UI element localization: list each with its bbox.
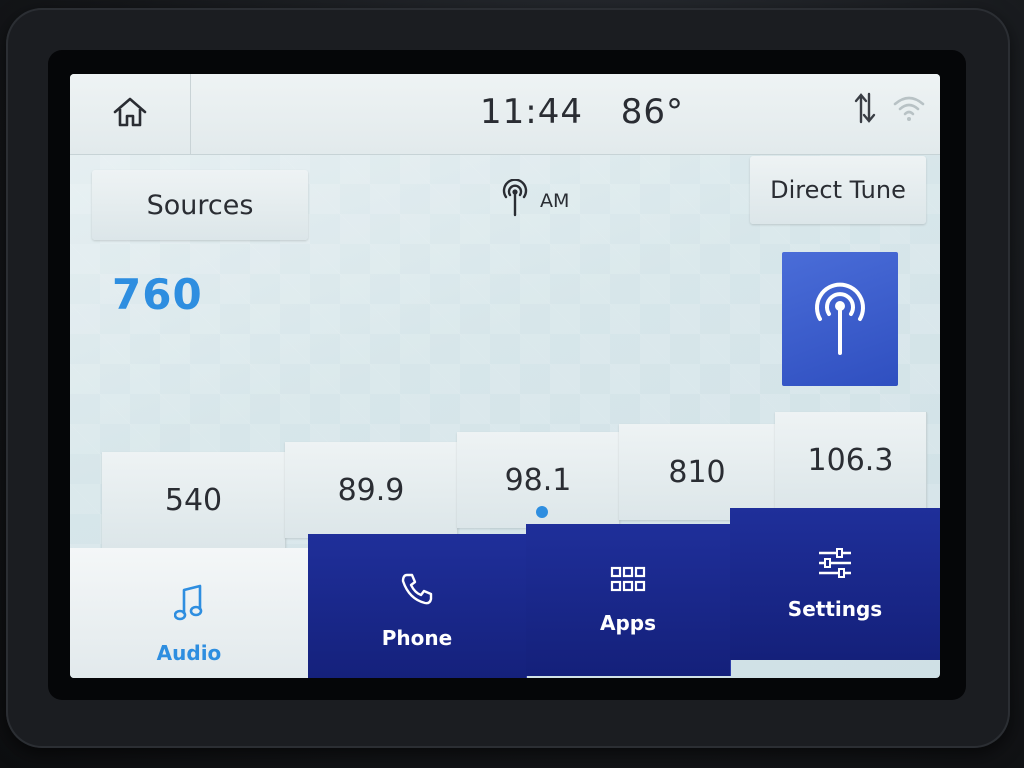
infotainment-screen: 11:44 86° Sources AM Direct Tune 760 540… [70, 74, 940, 678]
radio-antenna-icon [500, 178, 530, 222]
phone-icon [399, 571, 435, 612]
preset-4[interactable]: 810 [619, 424, 776, 520]
band-indicator: AM [500, 178, 570, 222]
band-label: AM [540, 189, 570, 212]
page-indicator-dot [536, 506, 548, 518]
home-icon [112, 95, 148, 133]
home-button[interactable] [70, 74, 191, 154]
direct-tune-button[interactable]: Direct Tune [750, 156, 926, 224]
bottom-nav: Audio Phone Apps Settings [70, 508, 940, 678]
preset-bar: 540 89.9 98.1 810 106.3 [102, 412, 927, 548]
nav-settings[interactable]: Settings [730, 508, 940, 660]
status-bar: 11:44 86° [70, 74, 940, 155]
apps-grid-icon [610, 566, 646, 597]
sources-button[interactable]: Sources [92, 170, 308, 240]
nav-phone[interactable]: Phone [308, 534, 527, 678]
nav-apps[interactable]: Apps [526, 524, 731, 676]
nav-phone-label: Phone [381, 625, 453, 650]
preset-2[interactable]: 89.9 [285, 442, 458, 538]
wifi-icon [892, 94, 926, 126]
outside-temperature: 86° [620, 92, 685, 132]
nav-apps-label: Apps [599, 610, 656, 635]
nav-audio[interactable]: Audio [70, 548, 309, 678]
station-art [782, 252, 898, 386]
music-note-icon [173, 584, 204, 627]
preset-5[interactable]: 106.3 [775, 412, 927, 508]
current-frequency: 760 [112, 270, 203, 319]
status-icons [854, 90, 926, 130]
broadcast-icon [809, 277, 871, 361]
nav-audio-label: Audio [156, 640, 222, 665]
nav-settings-label: Settings [787, 596, 883, 621]
clock-time: 11:44 [480, 92, 583, 132]
clock-temperature: 11:44 86° [480, 92, 684, 132]
sliders-icon [817, 547, 853, 583]
data-transfer-icon [854, 90, 876, 130]
